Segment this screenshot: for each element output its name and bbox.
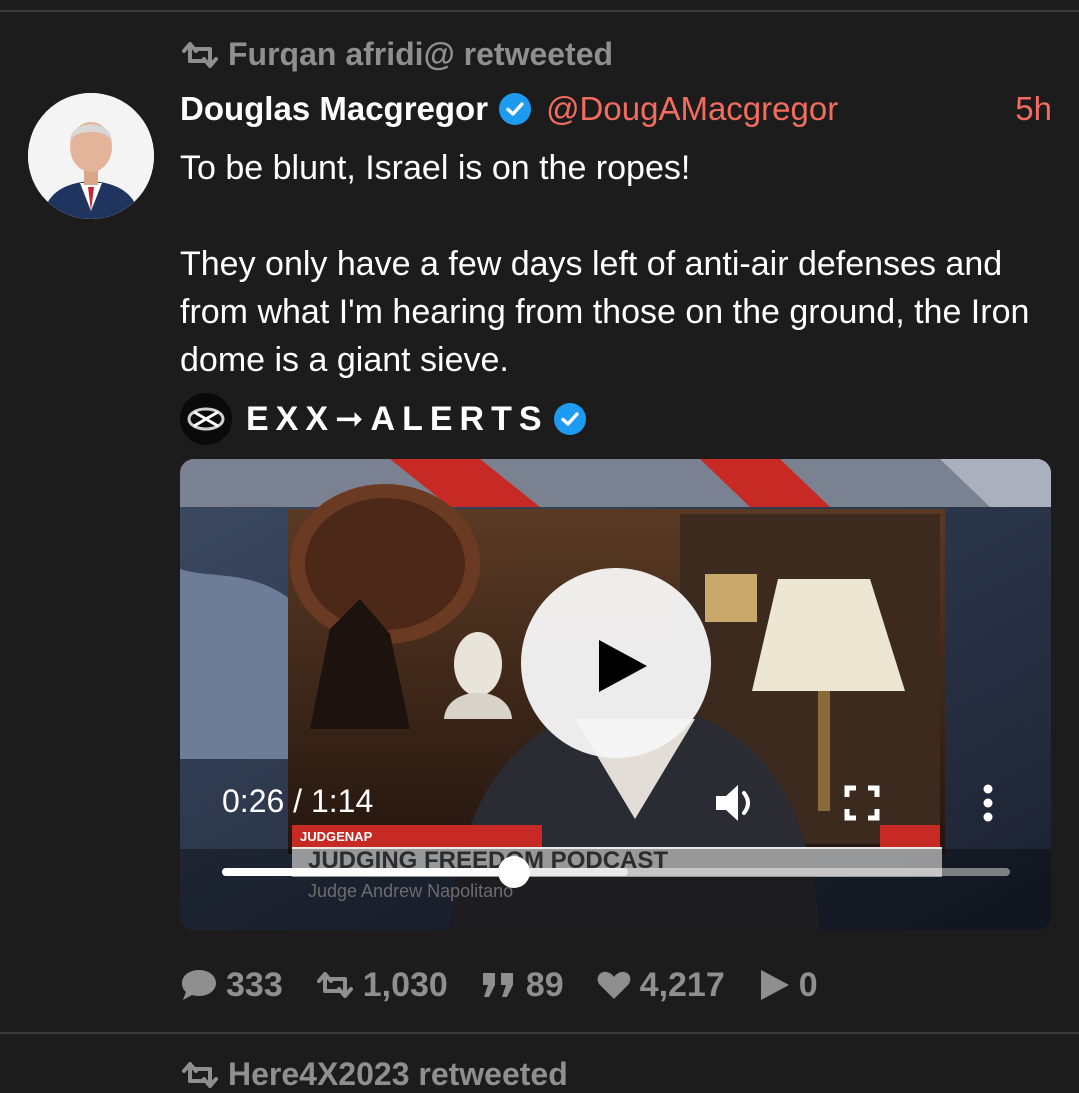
view-stat[interactable]: 0 (757, 966, 818, 1005)
tweet-text: To be blunt, Israel is on the ropes! The… (180, 149, 1030, 379)
reply-stat[interactable]: 333 (180, 966, 283, 1005)
quoted-verified-badge-icon (553, 403, 586, 435)
quoted-account[interactable]: EXX➞ALERTS (180, 393, 587, 445)
next-retweeted-by-text: Here4X2023 retweeted (228, 1056, 568, 1092)
like-count: 4,217 (639, 965, 725, 1004)
next-retweet-indicator[interactable]: Here4X2023 retweeted (180, 1056, 568, 1093)
lower-third-subtitle: Judge Andrew Napolitano (308, 881, 513, 901)
avatar-portrait (28, 93, 154, 219)
video-player[interactable]: JUDGENAP JUDGING FREEDOM PODCAST Judge A… (180, 459, 1051, 930)
heart-icon (597, 971, 630, 999)
play-button[interactable] (521, 568, 711, 758)
more-options-icon[interactable] (976, 783, 1000, 823)
fullscreen-icon[interactable] (844, 785, 880, 821)
lower-third-tag: JUDGENAP (300, 829, 373, 844)
like-stat[interactable]: 4,217 (596, 966, 725, 1005)
quoted-account-avatar (180, 393, 232, 445)
display-name[interactable]: Douglas Macgregor (180, 90, 488, 128)
retweet-count: 1,030 (362, 965, 448, 1004)
retweeted-by-text: Furqan afridi@ retweeted (228, 36, 614, 72)
play-count-icon (760, 970, 789, 1000)
retweet-indicator[interactable]: Furqan afridi@ retweeted (180, 36, 613, 73)
exx-logo-icon (187, 407, 225, 431)
engagement-stats: 333 1,030 89 4,217 0 (180, 962, 850, 1008)
reply-count: 333 (226, 965, 283, 1004)
top-divider (0, 10, 1079, 12)
play-icon (599, 640, 647, 692)
tweet-header: Douglas Macgregor @DougAMacgregor 5h (180, 86, 1052, 132)
video-progress-bar[interactable] (222, 856, 1010, 888)
retweet-stat[interactable]: 1,030 (315, 966, 448, 1005)
user-handle[interactable]: @DougAMacgregor (546, 90, 838, 128)
tweet-timestamp[interactable]: 5h (1015, 90, 1052, 128)
quoted-account-name: EXX➞ALERTS (246, 400, 549, 438)
volume-icon[interactable] (714, 781, 760, 825)
video-time-display: 0:26 / 1:14 (222, 783, 374, 819)
tweet-divider (0, 1032, 1079, 1034)
video-progress-fill (222, 868, 514, 876)
view-count: 0 (798, 965, 818, 1004)
next-retweet-icon (182, 1061, 218, 1088)
avatar[interactable] (28, 93, 154, 219)
reply-icon (182, 970, 216, 1000)
video-scrubber-handle[interactable] (497, 856, 530, 888)
verified-badge-icon (499, 93, 532, 125)
retweet-icon (182, 41, 218, 68)
quote-stat[interactable]: 89 (480, 966, 564, 1005)
retweet-count-icon (316, 972, 353, 998)
quote-icon (482, 973, 513, 997)
quote-count: 89 (525, 965, 564, 1004)
